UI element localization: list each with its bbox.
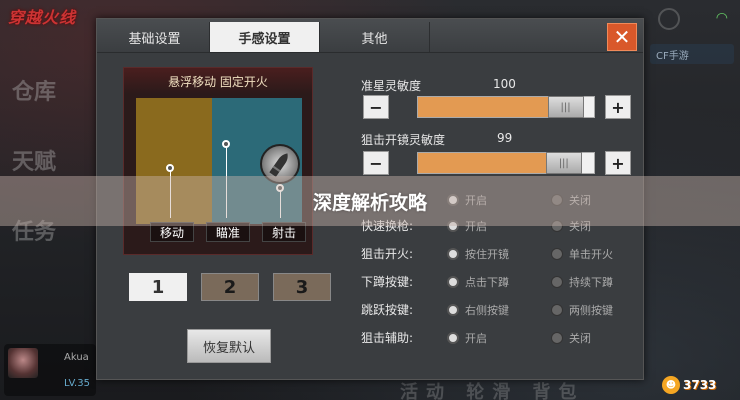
crosshair-sensitivity-plus-button[interactable]: +: [605, 95, 631, 119]
preset-button-3[interactable]: 3: [273, 273, 331, 301]
slider-thumb[interactable]: |||: [545, 152, 582, 174]
radio-icon[interactable]: [447, 248, 459, 260]
title-banner: 深度解析攻略: [0, 176, 740, 226]
radio-icon[interactable]: [447, 304, 459, 316]
preset-button-1[interactable]: 1: [129, 273, 187, 301]
player-level: LV.35: [64, 378, 90, 389]
sniper-scope-sensitivity-minus-button[interactable]: −: [363, 151, 389, 175]
sniper-scope-sensitivity-plus-button[interactable]: +: [605, 151, 631, 175]
radio-label: 单击开火: [569, 248, 613, 261]
aim-pin: [222, 140, 230, 148]
sniper-fire-label: 狙击开火:: [361, 247, 414, 261]
watermark-logo-icon: ☻: [662, 376, 680, 394]
radio-icon[interactable]: [551, 304, 563, 316]
radio-label: 持续下蹲: [569, 276, 613, 289]
radio-label: 开启: [465, 332, 487, 345]
settings-icon[interactable]: [658, 8, 680, 30]
tab-basic-settings[interactable]: 基础设置: [100, 22, 210, 52]
nav-talent[interactable]: 天赋: [12, 144, 82, 176]
radio-icon[interactable]: [551, 332, 563, 344]
crouch-key-option-1[interactable]: 点击下蹲: [447, 274, 509, 290]
preview-title: 悬浮移动 固定开火: [124, 68, 312, 94]
sniper-assist-option-2[interactable]: 关闭: [551, 330, 591, 346]
sniper-scope-sensitivity-slider[interactable]: |||: [417, 152, 595, 174]
jump-key-option-2[interactable]: 两侧按键: [551, 302, 613, 318]
plus-icon: +: [611, 153, 625, 173]
nav-warehouse[interactable]: 仓库: [12, 74, 82, 106]
wifi-icon: ◠: [715, 10, 728, 26]
reset-default-button[interactable]: 恢复默认: [187, 329, 271, 363]
sniper-scope-sensitivity-value: 99: [497, 131, 513, 145]
grip-icon: |||: [560, 101, 571, 113]
bottom-menu-text: 活动 轮滑 背包: [400, 382, 585, 400]
radio-label: 点击下蹲: [465, 276, 509, 289]
site-watermark: ☻ 3733: [662, 374, 736, 396]
radio-label: 右侧按键: [465, 304, 509, 317]
radio-label: 两侧按键: [569, 304, 613, 317]
radio-icon[interactable]: [447, 332, 459, 344]
player-name: Akua: [64, 352, 89, 363]
radio-icon[interactable]: [551, 248, 563, 260]
crouch-key-option-2[interactable]: 持续下蹲: [551, 274, 613, 290]
watermark-text: 3733: [683, 378, 717, 392]
radio-label: 关闭: [569, 332, 591, 345]
minus-icon: −: [369, 153, 383, 173]
crosshair-sensitivity-minus-button[interactable]: −: [363, 95, 389, 119]
radio-icon[interactable]: [551, 276, 563, 288]
close-button[interactable]: ✕: [607, 23, 637, 51]
grip-icon: |||: [558, 157, 569, 169]
player-card[interactable]: Akua LV.35: [4, 344, 96, 396]
crouch-key-label: 下蹲按键:: [361, 275, 414, 289]
move-pin: [166, 164, 174, 172]
crosshair-sensitivity-value: 100: [493, 77, 516, 91]
radio-label: 按住开镜: [465, 248, 509, 261]
preset-button-2[interactable]: 2: [201, 273, 259, 301]
tab-bar: 基础设置 手感设置 其他 ✕: [97, 19, 643, 53]
crosshair-sensitivity-slider[interactable]: |||: [417, 96, 595, 118]
jump-key-option-1[interactable]: 右侧按键: [447, 302, 509, 318]
jump-key-label: 跳跃按键:: [361, 303, 414, 317]
sniper-fire-option-2[interactable]: 单击开火: [551, 246, 613, 262]
sniper-assist-option-1[interactable]: 开启: [447, 330, 487, 346]
plus-icon: +: [611, 97, 625, 117]
cf-mobile-button[interactable]: CF手游: [650, 44, 734, 64]
banner-text: 深度解析攻略: [312, 191, 427, 214]
sniper-assist-label: 狙击辅助:: [361, 331, 414, 345]
crosshair-sensitivity-label: 准星灵敏度: [361, 79, 422, 93]
avatar: [8, 348, 38, 378]
radio-icon[interactable]: [447, 276, 459, 288]
close-icon: ✕: [613, 25, 631, 49]
sniper-fire-option-1[interactable]: 按住开镜: [447, 246, 509, 262]
slider-thumb[interactable]: |||: [547, 96, 584, 118]
layout-preview: 悬浮移动 固定开火 移动 瞄准 射击: [123, 67, 313, 255]
tab-feel-settings[interactable]: 手感设置: [210, 22, 320, 52]
tab-other[interactable]: 其他: [320, 22, 430, 52]
minus-icon: −: [369, 97, 383, 117]
sniper-scope-sensitivity-label: 狙击开镜灵敏度: [361, 133, 446, 147]
